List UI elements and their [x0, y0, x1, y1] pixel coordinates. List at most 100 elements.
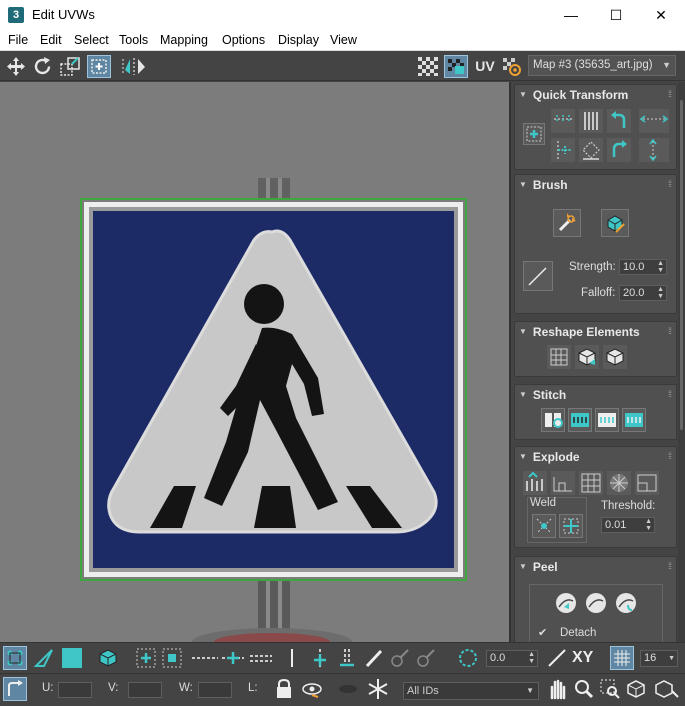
menu-view[interactable]: View	[330, 33, 357, 47]
paint-move-icon[interactable]	[553, 209, 581, 237]
zoom-icon[interactable]	[572, 677, 596, 701]
flatten-by-smoothing-icon[interactable]	[607, 471, 631, 495]
zoom-selected-icon[interactable]	[652, 677, 680, 701]
drag-grip-icon[interactable]: ⁞⁞	[668, 389, 672, 399]
align-horizontal-icon[interactable]	[551, 109, 575, 133]
align-left-icon[interactable]	[551, 138, 575, 162]
peel-mode-icon[interactable]	[584, 591, 608, 615]
rotate-snap-icon[interactable]	[456, 646, 480, 670]
paint-shrink-icon[interactable]	[414, 646, 438, 670]
shrink-selection-icon[interactable]	[160, 646, 184, 670]
stitch-custom-icon[interactable]	[541, 408, 565, 432]
panel-scrollbar-thumb[interactable]	[680, 100, 683, 430]
relax-until-flat-icon[interactable]	[575, 345, 599, 369]
freeform-mode-icon[interactable]	[87, 55, 111, 78]
ring-grow-icon[interactable]	[308, 646, 332, 670]
falloff-spinner[interactable]: 20.0 ▲ ▼	[619, 285, 667, 301]
drag-grip-icon[interactable]: ⁞⁞	[668, 451, 672, 461]
menu-display[interactable]: Display	[278, 33, 319, 47]
drag-grip-icon[interactable]: ⁞⁞	[668, 561, 672, 571]
stitch-average-icon[interactable]	[595, 408, 619, 432]
spinner-arrows-icon[interactable]: ▲ ▼	[528, 651, 535, 665]
zoom-extents-icon[interactable]	[624, 677, 648, 701]
rotate-ccw-icon[interactable]	[607, 109, 631, 133]
texture-map-dropdown[interactable]: Map #3 (35635_art.jpg) ▼	[528, 55, 676, 76]
menu-mapping[interactable]: Mapping	[160, 33, 208, 47]
edge-mode-icon[interactable]	[32, 646, 56, 670]
mirror-icon[interactable]	[119, 55, 145, 78]
relax-icon[interactable]	[603, 345, 627, 369]
loop-grow-icon[interactable]	[220, 646, 246, 670]
set-pivot-icon[interactable]	[523, 123, 545, 145]
zoom-region-icon[interactable]	[598, 677, 622, 701]
relax-brush-icon[interactable]	[601, 209, 629, 237]
freeze-icon[interactable]	[366, 677, 390, 701]
rollout-header[interactable]: ▼ Brush	[515, 175, 676, 194]
rotate-icon[interactable]	[31, 55, 55, 78]
spinner-arrows-icon[interactable]: ▲ ▼	[645, 518, 652, 532]
quick-peel-icon[interactable]	[554, 591, 578, 615]
lock-icon[interactable]	[272, 677, 296, 701]
polygon-mode-icon[interactable]	[60, 646, 84, 670]
menu-tools[interactable]: Tools	[119, 33, 148, 47]
v-coordinate-field[interactable]	[128, 682, 162, 698]
strength-spinner[interactable]: 10.0 ▲ ▼	[619, 259, 667, 275]
absolute-offset-icon[interactable]	[3, 677, 27, 701]
drag-grip-icon[interactable]: ⁞⁞	[668, 326, 672, 336]
reset-peel-icon[interactable]	[614, 591, 638, 615]
spinner-arrows-icon[interactable]: ▲ ▼	[657, 286, 664, 300]
maximize-button[interactable]: ☐	[593, 0, 639, 30]
close-button[interactable]: ✕	[638, 0, 684, 30]
pan-hand-icon[interactable]	[545, 677, 569, 701]
menu-edit[interactable]: Edit	[40, 33, 62, 47]
flatten-by-polygon-icon[interactable]	[579, 471, 603, 495]
rollout-header[interactable]: ▼ Stitch	[515, 385, 676, 404]
rotate-amount-spinner[interactable]: 0.0 ▲ ▼	[486, 650, 538, 667]
weld-target-icon[interactable]	[559, 514, 583, 538]
space-vertical-icon[interactable]	[639, 138, 669, 162]
explode-by-material-icon[interactable]	[551, 471, 575, 495]
uv-toggle[interactable]: UV	[472, 55, 498, 78]
material-id-dropdown[interactable]: All IDs ▼	[403, 682, 539, 700]
scale-icon[interactable]	[58, 55, 82, 78]
break-icon[interactable]	[635, 471, 659, 495]
drag-grip-icon[interactable]: ⁞⁞	[668, 89, 672, 99]
straighten-icon[interactable]	[579, 138, 603, 162]
hide-icon[interactable]	[300, 677, 324, 701]
rollout-header[interactable]: ▼ Peel	[515, 557, 676, 576]
rollout-header[interactable]: ▼ Explode	[515, 447, 676, 466]
paint-select-icon[interactable]	[362, 646, 386, 670]
element-mode-icon[interactable]	[96, 646, 120, 670]
rollout-header[interactable]: ▼ Quick Transform	[515, 85, 676, 104]
texture-settings-icon[interactable]	[500, 55, 524, 78]
filter-faces-icon[interactable]	[336, 677, 360, 701]
threshold-spinner[interactable]: 0.01 ▲ ▼	[601, 517, 655, 533]
align-vertical-icon[interactable]	[579, 109, 603, 133]
show-map-icon[interactable]	[444, 55, 468, 78]
brush-falloff-icon[interactable]	[523, 261, 553, 291]
loop-shrink-icon[interactable]	[248, 646, 274, 670]
ring-shrink-icon[interactable]	[335, 646, 359, 670]
stitch-to-source-icon[interactable]	[622, 408, 646, 432]
move-icon[interactable]	[4, 55, 28, 78]
minimize-button[interactable]: —	[548, 0, 594, 30]
rollout-header[interactable]: ▼ Reshape Elements	[515, 322, 676, 341]
grow-selection-icon[interactable]	[134, 646, 158, 670]
weld-selected-icon[interactable]	[532, 514, 556, 538]
uv-editor-viewport[interactable]	[0, 82, 511, 642]
straighten-line-icon[interactable]	[545, 646, 569, 670]
menu-file[interactable]: File	[8, 33, 28, 47]
paint-grow-icon[interactable]	[388, 646, 412, 670]
rotate-cw-icon[interactable]	[607, 138, 631, 162]
u-coordinate-field[interactable]	[58, 682, 92, 698]
menu-select[interactable]: Select	[74, 33, 109, 47]
xy-coordinate-toggle[interactable]: XY	[572, 646, 600, 670]
straighten-selection-icon[interactable]	[547, 345, 571, 369]
drag-grip-icon[interactable]: ⁞⁞	[668, 179, 672, 189]
spinner-arrows-icon[interactable]: ▲ ▼	[657, 260, 664, 274]
grid-snap-icon[interactable]	[610, 646, 634, 670]
stitch-to-target-icon[interactable]	[568, 408, 592, 432]
w-coordinate-field[interactable]	[198, 682, 232, 698]
menu-options[interactable]: Options	[222, 33, 265, 47]
detach-checkbox[interactable]: ✔	[538, 626, 547, 639]
